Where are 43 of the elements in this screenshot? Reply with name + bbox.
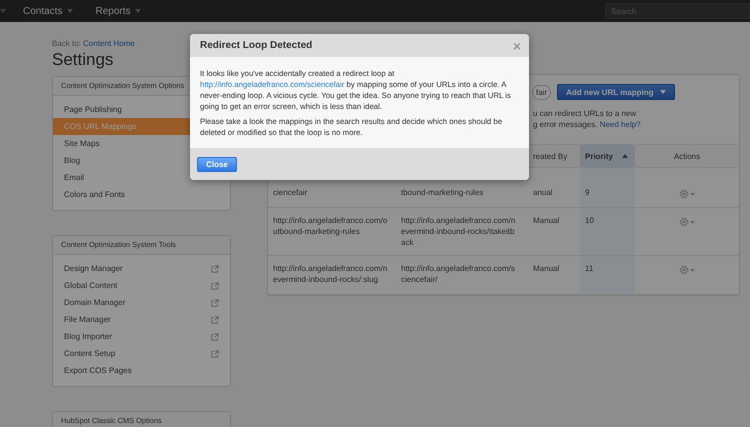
gear-icon[interactable] bbox=[679, 189, 695, 199]
external-link-icon bbox=[211, 282, 219, 290]
table-cell: http://info.angeladefranco.com/nevermind-inbound-rocks/itakeitback bbox=[396, 208, 523, 256]
help-text: u can redirect URLs to a new bbox=[533, 109, 636, 118]
help-link[interactable]: Need help? bbox=[600, 120, 641, 129]
gear-icon[interactable] bbox=[679, 217, 695, 227]
filter-button[interactable]: fair bbox=[532, 84, 552, 100]
external-link-icon bbox=[211, 350, 219, 358]
table-cell: http://info.angeladefranco.com/nevermind-inbound-rocks/:slug bbox=[268, 256, 396, 294]
table-cell: 11 bbox=[580, 256, 635, 294]
table-cell: http://info.angeladefranco.com/sciencefair/ bbox=[396, 256, 523, 294]
sidebar-item[interactable]: Colors and Fonts bbox=[53, 186, 230, 203]
sidebar-item[interactable]: Global Content bbox=[53, 277, 230, 294]
sidebar-item[interactable]: Content Setup bbox=[53, 345, 230, 362]
column-header[interactable]: Priority bbox=[580, 144, 635, 168]
sidebar-item[interactable]: Domain Manager bbox=[53, 294, 230, 311]
table-cell: http://info.angeladefranco.com/outbound-marketing-rules bbox=[268, 208, 396, 256]
sort-caret-icon bbox=[622, 154, 628, 158]
gear-icon[interactable] bbox=[679, 265, 695, 275]
close-button[interactable]: Close bbox=[197, 156, 237, 172]
sidebar-item[interactable]: Blog Importer bbox=[53, 328, 230, 345]
add-url-mapping-button[interactable]: Add new URL mapping bbox=[557, 84, 675, 100]
sidebar-item[interactable]: Design Manager bbox=[53, 260, 230, 277]
nav-menu-item[interactable]: Reports bbox=[95, 6, 142, 16]
page-title: Settings bbox=[52, 50, 114, 70]
table-cell: 10 bbox=[580, 208, 635, 256]
nav-menu-item[interactable]: Contacts bbox=[23, 6, 74, 16]
breadcrumb-link[interactable]: Content Home bbox=[83, 39, 135, 48]
external-link-icon bbox=[211, 316, 219, 324]
breadcrumb-label: Back to: bbox=[52, 39, 81, 48]
external-link-icon bbox=[211, 298, 219, 306]
external-link-icon bbox=[211, 264, 219, 272]
table-cell: 9 bbox=[580, 168, 635, 208]
caret-icon bbox=[660, 90, 666, 94]
caret-icon[interactable] bbox=[0, 9, 6, 13]
external-link-icon bbox=[211, 332, 219, 340]
modal-title: Redirect Loop Detected bbox=[200, 40, 312, 51]
help-text: g error messages. bbox=[533, 120, 598, 129]
caret-icon bbox=[67, 9, 74, 13]
sidebar-item[interactable]: File Manager bbox=[53, 311, 230, 328]
sidebar-item[interactable]: Export COS Pages bbox=[53, 362, 230, 379]
column-header[interactable]: Actions bbox=[635, 144, 739, 168]
caret-icon bbox=[135, 9, 142, 13]
